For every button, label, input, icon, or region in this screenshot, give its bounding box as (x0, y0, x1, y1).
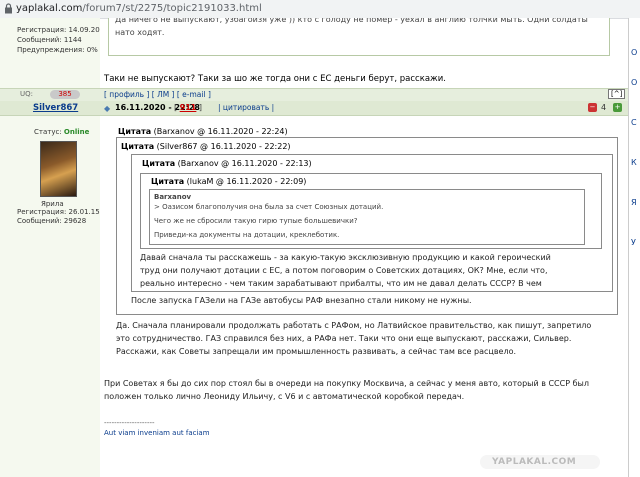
quote-header: Цитата (Barxanov @ 16.11.2020 - 22:13) (142, 159, 312, 168)
avatar-caption: Ярила (41, 200, 64, 208)
rate-down-icon[interactable]: − (588, 103, 597, 112)
user-status: Статус: Online (34, 128, 90, 136)
post-body: Цитата (Barxanov @ 16.11.2020 - 22:24) Ц… (104, 115, 628, 477)
prev-post-text: Таки не выпускают? Таки за шо же тогда о… (104, 74, 446, 84)
user-avatar[interactable] (40, 141, 77, 197)
signature-separator: -------------------- (104, 419, 155, 427)
user-meta: Регистрация: 26.01.15 Сообщений: 29628 (17, 208, 100, 226)
sidebar-link[interactable]: Я (631, 198, 637, 207)
lock-icon (5, 3, 12, 14)
username-link[interactable]: Silver867 (33, 103, 78, 113)
sidebar-link[interactable]: С (631, 118, 637, 127)
user-info-column (0, 18, 100, 477)
quote-line: Приведи-ка документы на дотации, креклеб… (154, 231, 340, 239)
uq-label: UQ: (20, 90, 33, 98)
quote-box: Barxanov > Оазисом благополучия она была… (149, 189, 585, 245)
forum-page: Регистрация: 14.09.20 Сообщений: 1144 Пр… (0, 18, 640, 477)
quote-box: Цитата (lukaM @ 16.11.2020 - 22:09) Barx… (140, 173, 602, 249)
site-logo: YAPLAKAL.COM (480, 455, 600, 469)
post-link-icon[interactable]: ◆ (104, 104, 110, 113)
quote-box: Цитата (Silver867 @ 16.11.2020 - 22:22) … (116, 137, 618, 315)
post-text: При Советах я бы до сих пор стоял бы в о… (104, 379, 589, 401)
quote-body: Да. Сначала планировали продолжать работ… (116, 321, 592, 356)
quote-header: Цитата (Barxanov @ 16.11.2020 - 22:24) (118, 127, 288, 136)
prev-quote-text: Да ничего не выпускают, узбагойзя уже ))… (115, 18, 588, 37)
post-footer-bar: UQ: 385 [ профиль ] [ ЛМ ] [ e-mail ] [^… (0, 88, 628, 102)
quote-header: Цитата (Silver867 @ 16.11.2020 - 22:22) (121, 142, 291, 151)
quote-header: Цитата (lukaM @ 16.11.2020 - 22:09) (151, 177, 307, 186)
quote-box: Цитата (Barxanov @ 16.11.2020 - 22:13) Ц… (131, 154, 613, 292)
reg-date: Регистрация: 26.01.15 (17, 208, 100, 216)
browser-address-bar[interactable]: yaplakal.com/forum7/st/2275/topic2191033… (0, 0, 640, 19)
warnings: Предупреждения: 0% (17, 46, 98, 54)
rate-up-icon[interactable]: + (613, 103, 622, 112)
quote-body: После запуска ГАЗели на ГАЗе автобусы РА… (131, 296, 472, 305)
sidebar-link[interactable]: О (631, 78, 637, 87)
post-number[interactable]: [ 911 ] (174, 103, 202, 112)
signature[interactable]: Aut viam inveniam aut faciam (104, 429, 210, 437)
reg-date: Регистрация: 14.09.20 (17, 26, 100, 34)
post-rating: 4 (601, 103, 607, 112)
sidebar-link[interactable]: У (631, 238, 636, 247)
sidebar-link[interactable]: О (631, 48, 637, 57)
prev-user-meta: Регистрация: 14.09.20 Сообщений: 1144 Пр… (17, 25, 100, 55)
quote-line: > Оазисом благополучия она была за счет … (154, 203, 384, 211)
url-text[interactable]: yaplakal.com/forum7/st/2275/topic2191033… (16, 3, 262, 14)
right-sidebar: О О С К Я У (628, 18, 640, 477)
quote-line: Чего же не сбросили такую гирю тупые бол… (154, 217, 358, 225)
uq-score-badge: 385 (50, 90, 80, 99)
quote-button[interactable]: | цитировать | (218, 103, 274, 112)
quote-author: Barxanov (154, 193, 192, 201)
prev-quote-box: Да ничего не выпускают, узбагойзя уже ))… (108, 18, 610, 56)
post-header: Silver867 ◆ 16.11.2020 - 22:28 [ 911 ] |… (0, 101, 628, 116)
quote-body: Давай сначала ты расскажешь - за какую-т… (140, 253, 551, 288)
scroll-top-button[interactable]: [^] (608, 89, 626, 99)
post-count: Сообщений: 1144 (17, 36, 82, 44)
sidebar-link[interactable]: К (631, 158, 637, 167)
post-count: Сообщений: 29628 (17, 217, 87, 225)
profile-links[interactable]: [ профиль ] [ ЛМ ] [ e-mail ] (104, 90, 211, 99)
